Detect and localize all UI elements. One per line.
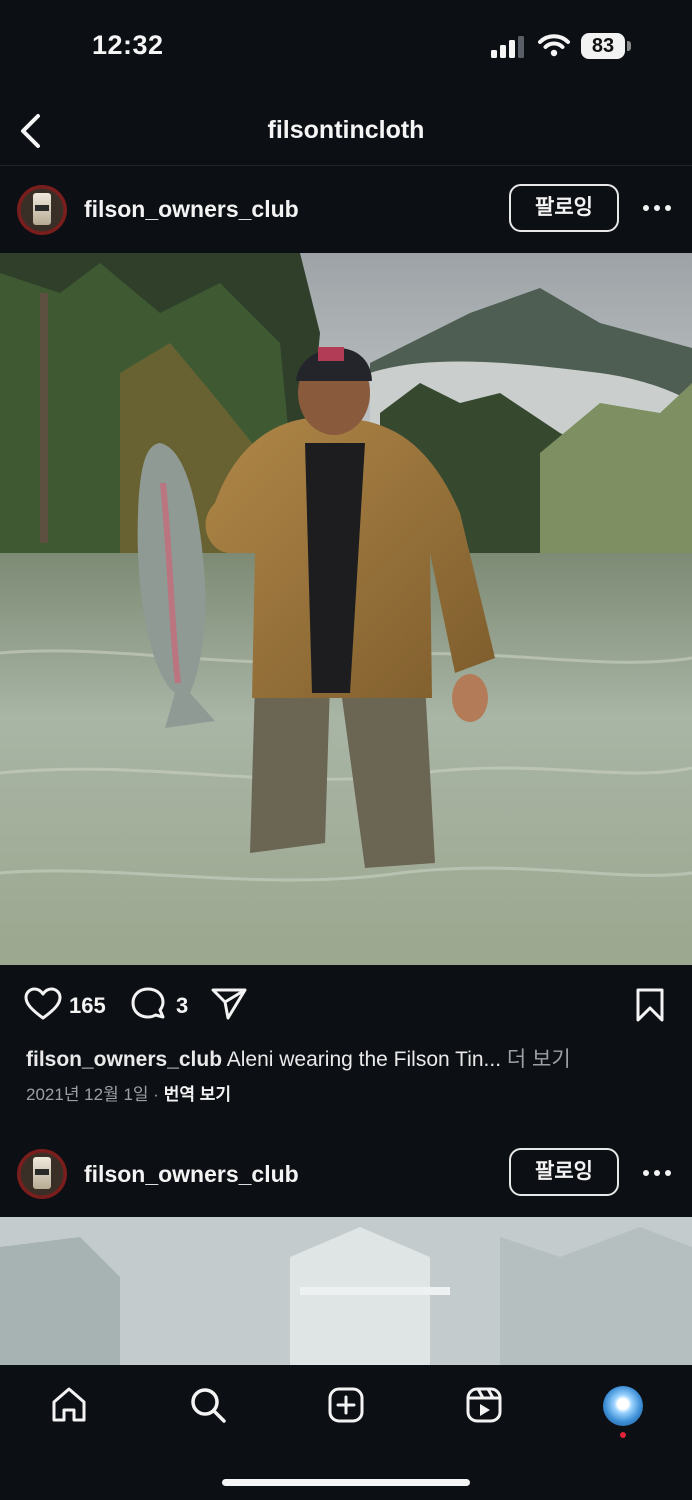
more-options-icon[interactable]	[643, 1170, 673, 1178]
building-photo-illustration	[0, 1217, 692, 1365]
avatar[interactable]	[17, 185, 67, 235]
home-indicator	[222, 1479, 470, 1486]
heart-icon[interactable]	[24, 987, 62, 1021]
post-photo[interactable]	[0, 253, 692, 965]
meta-separator: ·	[153, 1085, 159, 1104]
fisherman-photo-illustration	[0, 253, 692, 965]
following-button[interactable]: 팔로잉	[509, 1148, 619, 1196]
post-username[interactable]: filson_owners_club	[84, 196, 299, 223]
like-count[interactable]: 165	[69, 993, 106, 1019]
avatar[interactable]	[17, 1149, 67, 1199]
following-button[interactable]: 팔로잉	[509, 184, 619, 232]
notification-dot	[620, 1432, 626, 1438]
post-username[interactable]: filson_owners_club	[84, 1161, 299, 1188]
create-icon[interactable]	[327, 1386, 365, 1424]
caption-username[interactable]: filson_owners_club	[26, 1048, 222, 1071]
search-icon[interactable]	[189, 1386, 227, 1424]
header-divider	[0, 165, 692, 166]
post-meta: 2021년 12월 1일 · 번역 보기	[26, 1080, 231, 1105]
cellular-signal-icon	[491, 36, 524, 58]
comment-count[interactable]: 3	[176, 993, 188, 1019]
more-options-icon[interactable]	[643, 205, 673, 213]
share-icon[interactable]	[210, 987, 248, 1021]
comment-icon[interactable]	[130, 987, 166, 1023]
profile-icon[interactable]	[603, 1386, 643, 1426]
caption-more-link[interactable]: 더 보기	[507, 1048, 571, 1071]
reels-icon[interactable]	[465, 1386, 503, 1424]
battery-tip	[627, 41, 631, 51]
status-time: 12:32	[92, 30, 164, 60]
home-icon[interactable]	[50, 1386, 88, 1424]
page-title: filsontincloth	[267, 116, 425, 144]
post-caption: filson_owners_club Aleni wearing the Fil…	[26, 1043, 571, 1073]
bookmark-icon[interactable]	[635, 987, 665, 1023]
wifi-icon	[538, 34, 570, 57]
post-date: 2021년 12월 1일	[26, 1085, 149, 1104]
battery-indicator: 83	[581, 33, 631, 59]
caption-text: Aleni wearing the Filson Tin...	[226, 1048, 502, 1071]
translate-link[interactable]: 번역 보기	[164, 1085, 231, 1104]
post-photo[interactable]	[0, 1217, 692, 1365]
battery-level: 83	[581, 33, 625, 59]
